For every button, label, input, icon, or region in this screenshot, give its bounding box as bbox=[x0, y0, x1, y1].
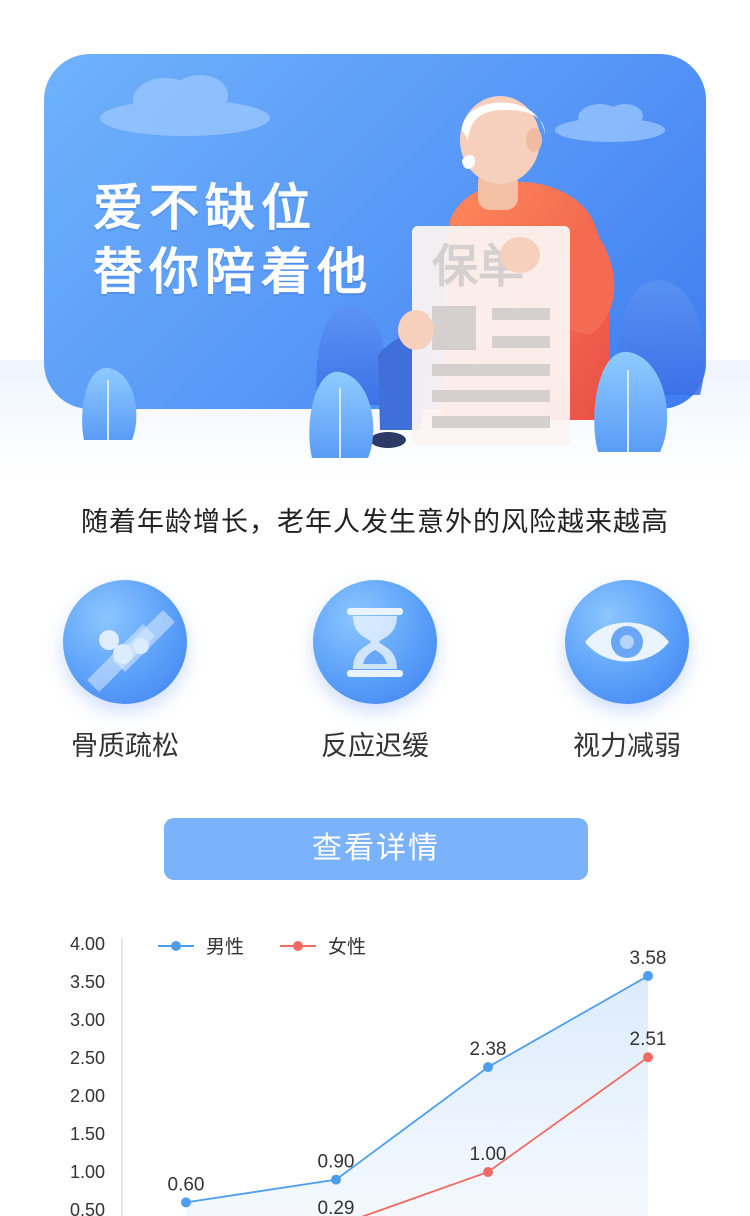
data-label: 1.00 bbox=[470, 1144, 507, 1165]
y-tick-label: 0.50 bbox=[70, 1200, 105, 1216]
feature-slow-reaction: 反应迟缓 bbox=[275, 580, 475, 763]
legend-dot bbox=[171, 941, 181, 951]
data-point bbox=[483, 1167, 493, 1177]
data-label: 2.38 bbox=[470, 1039, 507, 1060]
data-point bbox=[181, 1197, 191, 1208]
hero-slogan: 爱不缺位 替你陪着他 bbox=[93, 176, 373, 304]
data-label: 0.60 bbox=[168, 1174, 205, 1195]
data-label: 3.58 bbox=[630, 948, 667, 969]
data-point bbox=[643, 1052, 653, 1063]
chart-svg: 4.00 3.50 3.00 2.50 2.00 1.50 1.00 0.50 0.60 0.90… bbox=[70, 934, 667, 1216]
y-tick-label: 1.00 bbox=[70, 1162, 105, 1182]
feature-label: 骨质疏松 bbox=[71, 731, 179, 762]
hourglass-icon bbox=[313, 580, 437, 704]
feature-osteoporosis: 骨质疏松 bbox=[25, 580, 225, 763]
y-tick-label: 4.00 bbox=[70, 934, 105, 954]
bone-icon bbox=[63, 580, 187, 704]
data-point bbox=[483, 1062, 493, 1073]
y-tick-label: 3.00 bbox=[70, 1010, 105, 1030]
feature-label: 视力减弱 bbox=[573, 731, 681, 762]
data-point bbox=[331, 1174, 341, 1185]
series-area-male bbox=[186, 975, 648, 1216]
y-tick-label: 3.50 bbox=[70, 972, 105, 992]
feature-label: 反应迟缓 bbox=[321, 731, 429, 762]
eye-icon bbox=[565, 580, 689, 704]
slogan-line-1: 爱不缺位 bbox=[93, 179, 317, 237]
legend-label: 女性 bbox=[328, 936, 366, 958]
legend-dot bbox=[293, 941, 303, 951]
data-point bbox=[643, 970, 653, 981]
data-label: 0.90 bbox=[318, 1152, 355, 1173]
feature-weak-vision: 视力减弱 bbox=[527, 580, 727, 763]
cloud-right bbox=[555, 104, 665, 142]
newspaper-sign: 保单 bbox=[398, 226, 570, 446]
y-tick-label: 2.50 bbox=[70, 1048, 105, 1068]
tree-front-left bbox=[82, 367, 137, 440]
slogan-line-2: 替你陪着他 bbox=[93, 243, 373, 301]
hero-banner: 保单 爱不缺位 替你陪着他 bbox=[0, 0, 750, 480]
y-tick-label: 2.00 bbox=[70, 1086, 105, 1106]
risk-line-chart: 4.00 3.50 3.00 2.50 2.00 1.50 1.00 0.50 0.60 0.90… bbox=[0, 920, 750, 1216]
y-tick-label: 1.50 bbox=[70, 1124, 105, 1144]
data-label: 0.29 bbox=[318, 1198, 355, 1216]
cloud-left bbox=[100, 75, 270, 136]
risk-subtitle: 随着年龄增长，老年人发生意外的风险越来越高 bbox=[81, 507, 669, 538]
data-label: 2.51 bbox=[630, 1029, 667, 1050]
view-details-button[interactable]: 查看详情 bbox=[164, 818, 588, 880]
legend-label: 男性 bbox=[206, 936, 244, 958]
